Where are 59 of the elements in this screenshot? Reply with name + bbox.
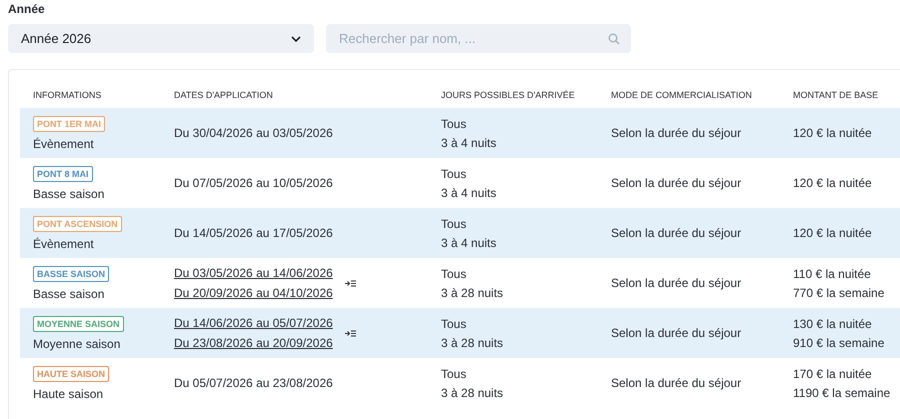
tag: PONT 1ER MAI <box>33 116 106 132</box>
column-header: MONTANT DE BASE <box>793 90 878 100</box>
date-range: Du 05/07/2026 au 23/08/2026 <box>174 376 333 390</box>
sales-mode: Selon la durée du séjour <box>611 126 742 140</box>
arrival-days: Tous <box>441 366 466 380</box>
price-text: 120 € la nuitée <box>793 226 872 240</box>
expand-list-icon[interactable] <box>344 330 356 336</box>
sales-mode: Selon la durée du séjour <box>611 176 742 190</box>
category-text: Moyenne saison <box>33 336 120 350</box>
year-select[interactable]: Année 2026 <box>8 24 314 53</box>
date-link[interactable]: Du 03/05/2026 au 14/06/2026 <box>174 266 333 280</box>
column-header: INFORMATIONS <box>33 90 102 100</box>
search-icon <box>608 33 620 45</box>
tag: MOYENNE SAISON <box>33 316 124 332</box>
category-text: Basse saison <box>33 186 104 200</box>
column-header: DATES D'APPLICATION <box>174 90 273 100</box>
nights-range: 3 à 28 nuits <box>441 386 504 400</box>
tag: PONT 8 MAI <box>33 166 93 182</box>
date-range: Du 30/04/2026 au 03/05/2026 <box>174 126 333 140</box>
sales-mode: Selon la durée du séjour <box>611 226 742 240</box>
price-text: 170 € la nuitée <box>793 366 872 380</box>
price-text: 130 € la nuitée <box>793 316 872 330</box>
price-text: 120 € la nuitée <box>793 126 872 140</box>
price-text: 110 € la nuitée <box>793 266 871 280</box>
nights-range: 3 à 28 nuits <box>441 336 504 350</box>
year-label: Année <box>8 2 45 18</box>
category-text: Évènement <box>33 236 94 250</box>
date-link[interactable]: Du 14/06/2026 au 05/07/2026 <box>174 316 333 330</box>
nights-range: 3 à 4 nuits <box>441 236 496 250</box>
arrival-days: Tous <box>441 316 466 330</box>
nights-range: 3 à 28 nuits <box>441 286 504 300</box>
arrival-days: Tous <box>441 266 466 280</box>
sales-mode: Selon la durée du séjour <box>611 276 742 290</box>
price-text: 910 € la semaine <box>793 336 884 350</box>
price-text: 770 € la semaine <box>793 286 884 300</box>
column-header: JOURS POSSIBLES D'ARRIVÉE <box>441 90 575 100</box>
category-text: Évènement <box>33 136 94 150</box>
chevron-down-icon <box>291 36 301 42</box>
arrival-days: Tous <box>441 216 466 230</box>
arrival-days: Tous <box>441 166 466 180</box>
price-text: 1190 € la semaine <box>793 386 890 400</box>
tag: BASSE SAISON <box>33 266 110 282</box>
tag: HAUTE SAISON <box>33 366 110 382</box>
date-range: Du 07/05/2026 au 10/05/2026 <box>174 176 333 190</box>
date-link[interactable]: Du 23/08/2026 au 20/09/2026 <box>174 336 333 350</box>
sales-mode: Selon la durée du séjour <box>611 326 742 340</box>
price-text: 120 € la nuitée <box>793 176 872 190</box>
nights-range: 3 à 4 nuits <box>441 136 496 150</box>
date-link[interactable]: Du 20/09/2026 au 04/10/2026 <box>174 286 333 300</box>
search-field[interactable]: Rechercher par nom, ... <box>326 24 631 53</box>
nights-range: 3 à 4 nuits <box>441 186 496 200</box>
date-range: Du 14/05/2026 au 17/05/2026 <box>174 226 333 240</box>
category-text: Haute saison <box>33 386 104 400</box>
column-header: MODE DE COMMERCIALISATION <box>611 90 752 100</box>
category-text: Basse saison <box>33 286 104 300</box>
arrival-days: Tous <box>441 116 466 130</box>
expand-list-icon[interactable] <box>344 280 356 286</box>
tag: PONT ASCENSION <box>33 216 122 232</box>
sales-mode: Selon la durée du séjour <box>611 376 742 390</box>
